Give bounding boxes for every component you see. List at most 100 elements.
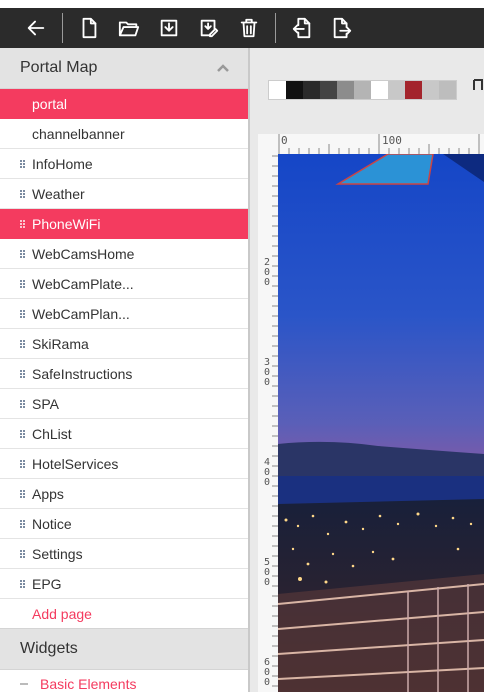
drag-handle-icon[interactable] <box>20 549 26 558</box>
toolbar-separator <box>62 13 63 43</box>
page-item[interactable]: Apps <box>0 479 248 509</box>
canvas-area[interactable]: 0 100 200 300 400 500 600 <box>250 48 484 692</box>
page-item-label: SafeInstructions <box>32 365 133 382</box>
page-item-label: InfoHome <box>32 155 93 172</box>
widgets-header[interactable]: Widgets <box>0 628 248 670</box>
ruler-ticks <box>272 155 278 687</box>
color-palette <box>268 80 457 100</box>
copy-icon[interactable] <box>472 76 484 96</box>
save-as-button[interactable] <box>189 8 229 48</box>
drag-handle-icon[interactable] <box>20 429 26 438</box>
color-swatch[interactable] <box>354 81 371 99</box>
color-swatch[interactable] <box>320 81 337 99</box>
page-item-label: WebCamPlate... <box>32 275 134 292</box>
ruler-h-label: 100 <box>382 134 402 147</box>
toolbar <box>0 0 484 48</box>
page-item[interactable]: SafeInstructions <box>0 359 248 389</box>
ruler-v-label: 300 <box>263 357 271 388</box>
page-item[interactable]: SPA <box>0 389 248 419</box>
trash-icon <box>240 18 258 38</box>
drag-handle-icon[interactable] <box>20 519 26 528</box>
color-swatch[interactable] <box>405 81 422 99</box>
open-button[interactable] <box>109 8 149 48</box>
drag-handle-icon[interactable] <box>20 279 26 288</box>
page-item[interactable]: Notice <box>0 509 248 539</box>
delete-button[interactable] <box>229 8 269 48</box>
page-item-label: WebCamPlan... <box>32 305 130 322</box>
portal-map-title: Portal Map <box>20 59 98 76</box>
ruler-v-label: 400 <box>263 457 271 488</box>
background-photo <box>278 154 484 692</box>
page-item-label: PhoneWiFi <box>32 215 101 232</box>
basic-elements-label: Basic Elements <box>40 676 137 692</box>
page-item[interactable]: EPG <box>0 569 248 599</box>
portal-map-header[interactable]: Portal Map <box>0 48 248 89</box>
page-item[interactable]: WebCamsHome <box>0 239 248 269</box>
vertical-ruler[interactable]: 200 300 400 500 600 <box>258 154 279 692</box>
page-item-label: SkiRama <box>32 335 89 352</box>
page-item[interactable]: InfoHome <box>0 149 248 179</box>
file-export-icon <box>333 17 352 39</box>
drag-handle-icon[interactable] <box>20 219 26 228</box>
chevron-up-icon[interactable] <box>216 61 230 75</box>
minus-icon <box>20 683 28 685</box>
ruler-h-label: 0 <box>281 134 288 147</box>
page-item-label: EPG <box>32 575 62 592</box>
export-button[interactable] <box>322 8 362 48</box>
drag-handle-icon[interactable] <box>20 249 26 258</box>
page-item[interactable]: PhoneWiFi <box>0 209 248 239</box>
color-swatch[interactable] <box>286 81 303 99</box>
page-item[interactable]: SkiRama <box>0 329 248 359</box>
drag-handle-icon[interactable] <box>20 369 26 378</box>
color-swatch[interactable] <box>337 81 354 99</box>
page-item-label: portal <box>32 95 68 112</box>
page-item[interactable]: channelbanner <box>0 119 248 149</box>
page-item-label: SPA <box>32 395 59 412</box>
page-item[interactable]: ChList <box>0 419 248 449</box>
page-item[interactable]: WebCamPlan... <box>0 299 248 329</box>
drag-handle-icon[interactable] <box>20 159 26 168</box>
page-item-label: Settings <box>32 545 83 562</box>
basic-elements-group[interactable]: Basic Elements <box>0 670 248 692</box>
horizontal-ruler[interactable]: 0 100 <box>278 134 484 155</box>
page-item-label: channelbanner <box>32 125 125 142</box>
color-swatch[interactable] <box>388 81 405 99</box>
page-preview[interactable] <box>278 154 484 692</box>
page-item-label: WebCamsHome <box>32 245 135 262</box>
ruler-corner <box>258 134 278 154</box>
save-button[interactable] <box>149 8 189 48</box>
sidebar: Portal Map portal channelbanner InfoHome We… <box>0 48 250 692</box>
color-swatch[interactable] <box>422 81 439 99</box>
save-edit-icon <box>200 19 219 38</box>
ruler-v-label: 500 <box>263 557 271 588</box>
page-item[interactable]: Settings <box>0 539 248 569</box>
add-page-link[interactable]: Add page <box>0 599 248 628</box>
page-item[interactable]: Weather <box>0 179 248 209</box>
drag-handle-icon[interactable] <box>20 459 26 468</box>
drag-handle-icon[interactable] <box>20 189 26 198</box>
color-swatch[interactable] <box>269 81 286 99</box>
widgets-title: Widgets <box>20 640 78 657</box>
back-button[interactable] <box>16 8 56 48</box>
page-item[interactable]: WebCamPlate... <box>0 269 248 299</box>
save-download-icon <box>160 19 178 37</box>
ruler-v-label: 200 <box>263 257 271 288</box>
new-page-button[interactable] <box>69 8 109 48</box>
drag-handle-icon[interactable] <box>20 339 26 348</box>
page-item[interactable]: portal <box>0 89 248 119</box>
ruler-ticks <box>278 134 480 154</box>
new-file-icon <box>82 17 97 39</box>
drag-handle-icon[interactable] <box>20 309 26 318</box>
color-swatch[interactable] <box>439 81 456 99</box>
drag-handle-icon[interactable] <box>20 579 26 588</box>
page-list: portal channelbanner InfoHome Weather PhoneW… <box>0 89 248 599</box>
arrow-left-icon <box>27 20 45 36</box>
ruler-v-label: 600 <box>263 657 271 688</box>
color-swatch[interactable] <box>303 81 320 99</box>
color-swatch[interactable] <box>371 81 388 99</box>
file-import-icon <box>292 17 311 39</box>
drag-handle-icon[interactable] <box>20 489 26 498</box>
drag-handle-icon[interactable] <box>20 399 26 408</box>
page-item[interactable]: HotelServices <box>0 449 248 479</box>
import-button[interactable] <box>282 8 322 48</box>
